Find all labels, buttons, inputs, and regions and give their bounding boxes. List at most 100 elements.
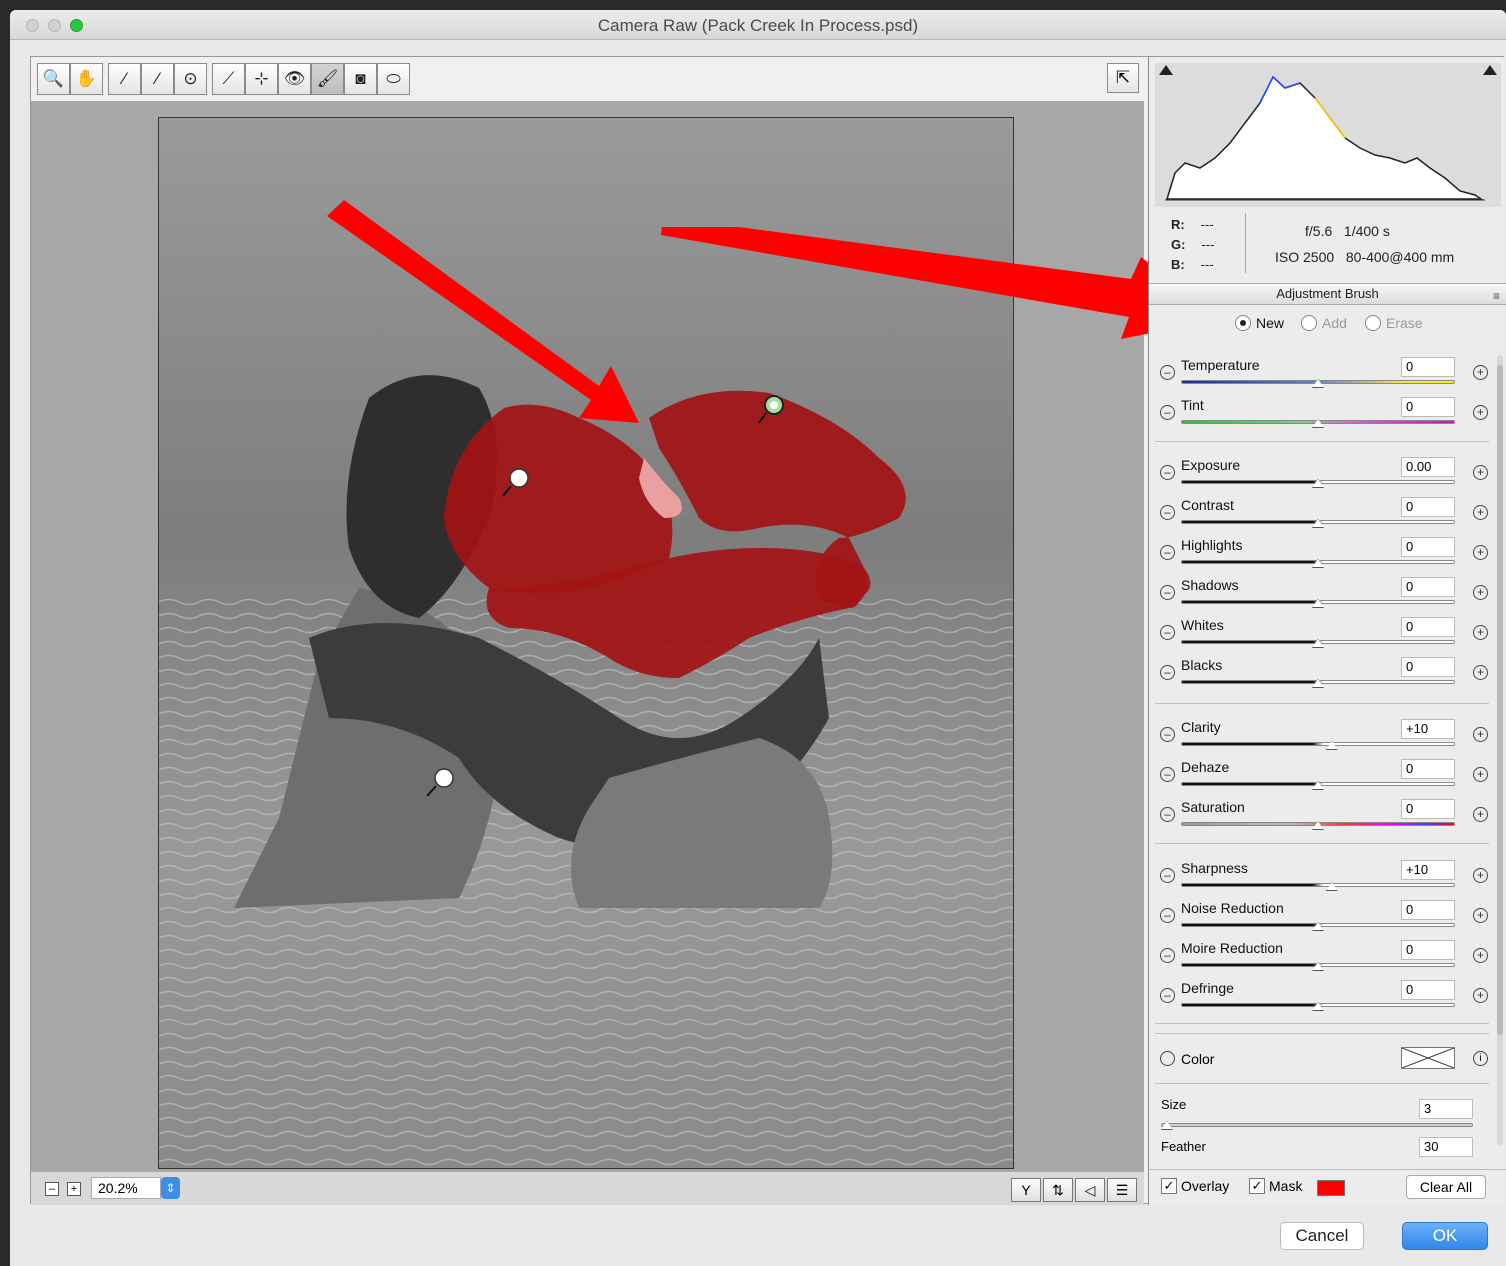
dehaze-value-field[interactable]: 0	[1401, 759, 1455, 779]
increase-clarity-icon[interactable]: +	[1473, 727, 1488, 742]
graduated-filter-tool[interactable]: ◙	[344, 63, 377, 95]
adjustment-pin[interactable]	[509, 468, 529, 488]
mode-erase-radio[interactable]	[1365, 315, 1381, 331]
noise-reduction-value-field[interactable]: 0	[1401, 900, 1455, 920]
white-balance-tool[interactable]: ⁄	[108, 63, 141, 95]
radial-filter-tool[interactable]: ⬭	[377, 63, 410, 95]
size-value-field[interactable]: 3	[1419, 1099, 1473, 1119]
sharpness-value-field[interactable]: +10	[1401, 860, 1455, 880]
decrease-blacks-icon[interactable]: –	[1160, 665, 1175, 680]
increase-saturation-icon[interactable]: +	[1473, 807, 1488, 822]
separator	[1155, 1023, 1489, 1024]
color-swatch[interactable]	[1401, 1047, 1455, 1069]
increase-sharpness-icon[interactable]: +	[1473, 868, 1488, 883]
increase-tint-icon[interactable]: +	[1473, 405, 1488, 420]
sharpness-slider-track[interactable]	[1181, 883, 1455, 887]
decrease-shadows-icon[interactable]: –	[1160, 585, 1175, 600]
decrease-highlights-icon[interactable]: –	[1160, 545, 1175, 560]
decrease-exposure-icon[interactable]: –	[1160, 465, 1175, 480]
mode-add-radio[interactable]	[1301, 315, 1317, 331]
decrease-saturation-icon[interactable]: –	[1160, 807, 1175, 822]
clear-all-button[interactable]: Clear All	[1406, 1175, 1486, 1199]
zoom-tool[interactable]: 🔍	[37, 63, 70, 95]
fullscreen-toggle-button[interactable]: ⇱	[1107, 63, 1139, 93]
copy-settings-button[interactable]: ◁	[1075, 1178, 1105, 1202]
increase-temperature-icon[interactable]: +	[1473, 365, 1488, 380]
toggle-settings-button[interactable]: ☰	[1107, 1178, 1137, 1202]
increase-shadows-icon[interactable]: +	[1473, 585, 1488, 600]
red-eye-tool[interactable]: 👁	[278, 63, 311, 95]
decrease-whites-icon[interactable]: –	[1160, 625, 1175, 640]
panel-scrollbar[interactable]	[1497, 355, 1503, 1145]
mode-add[interactable]: Add	[1301, 315, 1347, 331]
increase-exposure-icon[interactable]: +	[1473, 465, 1488, 480]
temperature-value-field[interactable]: 0	[1401, 357, 1455, 377]
increase-defringe-icon[interactable]: +	[1473, 988, 1488, 1003]
before-after-view-button[interactable]: Y	[1011, 1178, 1041, 1202]
adjustment-brush-tool[interactable]: 🖌	[311, 63, 344, 95]
mode-new-radio[interactable]	[1235, 315, 1251, 331]
mask-color-swatch[interactable]	[1317, 1180, 1345, 1196]
decrease-defringe-icon[interactable]: –	[1160, 988, 1175, 1003]
color-sampler-tool[interactable]: ⁄	[141, 63, 174, 95]
overlay-check-icon[interactable]: ✓	[1161, 1178, 1177, 1194]
adjustment-pin[interactable]	[434, 768, 454, 788]
decrease-moire-reduction-icon[interactable]: –	[1160, 948, 1175, 963]
highlights-value-field[interactable]: 0	[1401, 537, 1455, 557]
mask-checkbox[interactable]: ✓ Mask	[1249, 1178, 1302, 1194]
saturation-value-field[interactable]: 0	[1401, 799, 1455, 819]
exposure-value-field[interactable]: 0.00	[1401, 457, 1455, 477]
moire-reduction-value-field[interactable]: 0	[1401, 940, 1455, 960]
zoom-in-button[interactable]: +	[67, 1182, 81, 1196]
feather-value-field[interactable]: 30	[1419, 1137, 1473, 1157]
size-label: Size	[1161, 1097, 1187, 1112]
increase-contrast-icon[interactable]: +	[1473, 505, 1488, 520]
blacks-value-field[interactable]: 0	[1401, 657, 1455, 677]
defringe-value-field[interactable]: 0	[1401, 980, 1455, 1000]
panel-scrollbar-thumb[interactable]	[1497, 365, 1503, 1035]
increase-highlights-icon[interactable]: +	[1473, 545, 1488, 560]
panel-menu-icon[interactable]: ≡	[1493, 286, 1500, 306]
size-slider-track[interactable]	[1161, 1123, 1473, 1127]
decrease-sharpness-icon[interactable]: –	[1160, 868, 1175, 883]
increase-noise-reduction-icon[interactable]: +	[1473, 908, 1488, 923]
whites-value-field[interactable]: 0	[1401, 617, 1455, 637]
ok-button[interactable]: OK	[1402, 1222, 1488, 1250]
decrease-dehaze-icon[interactable]: –	[1160, 767, 1175, 782]
increase-whites-icon[interactable]: +	[1473, 625, 1488, 640]
spot-removal-tool[interactable]: ⊹	[245, 63, 278, 95]
zoom-level-field[interactable]: 20.2%	[91, 1177, 161, 1199]
white-balance-icon: ⁄	[123, 69, 126, 88]
hand-tool[interactable]: ✋	[70, 63, 103, 95]
straighten-tool[interactable]: ⟋	[212, 63, 245, 95]
decrease-tint-icon[interactable]: –	[1160, 405, 1175, 420]
zoom-dropdown-button[interactable]: ⇕	[161, 1177, 180, 1199]
swap-before-after-button[interactable]: ⇅	[1043, 1178, 1073, 1202]
targeted-adjustment-icon: ⊙	[183, 69, 198, 88]
clarity-value-field[interactable]: +10	[1401, 719, 1455, 739]
overlay-checkbox[interactable]: ✓ Overlay	[1161, 1178, 1229, 1194]
increase-dehaze-icon[interactable]: +	[1473, 767, 1488, 782]
zoom-out-button[interactable]: –	[45, 1182, 59, 1196]
decrease-noise-reduction-icon[interactable]: –	[1160, 908, 1175, 923]
color-reset-icon[interactable]	[1160, 1051, 1175, 1066]
color-info-icon[interactable]: i	[1473, 1051, 1488, 1066]
highlight-clipping-icon[interactable]	[1483, 65, 1497, 75]
contrast-value-field[interactable]: 0	[1401, 497, 1455, 517]
decrease-clarity-icon[interactable]: –	[1160, 727, 1175, 742]
increase-blacks-icon[interactable]: +	[1473, 665, 1488, 680]
targeted-adjustment-tool[interactable]: ⊙	[174, 63, 207, 95]
overlay-label: Overlay	[1181, 1178, 1230, 1194]
mode-erase[interactable]: Erase	[1365, 315, 1423, 331]
decrease-temperature-icon[interactable]: –	[1160, 365, 1175, 380]
panel-title-bar: Adjustment Brush ≡	[1149, 283, 1506, 305]
decrease-contrast-icon[interactable]: –	[1160, 505, 1175, 520]
increase-moire-reduction-icon[interactable]: +	[1473, 948, 1488, 963]
tint-value-field[interactable]: 0	[1401, 397, 1455, 417]
shadow-clipping-icon[interactable]	[1159, 65, 1173, 75]
clarity-slider-track[interactable]	[1181, 742, 1455, 746]
mask-check-icon[interactable]: ✓	[1249, 1178, 1265, 1194]
cancel-button[interactable]: Cancel	[1280, 1222, 1364, 1250]
mode-new[interactable]: New	[1235, 315, 1284, 331]
shadows-value-field[interactable]: 0	[1401, 577, 1455, 597]
